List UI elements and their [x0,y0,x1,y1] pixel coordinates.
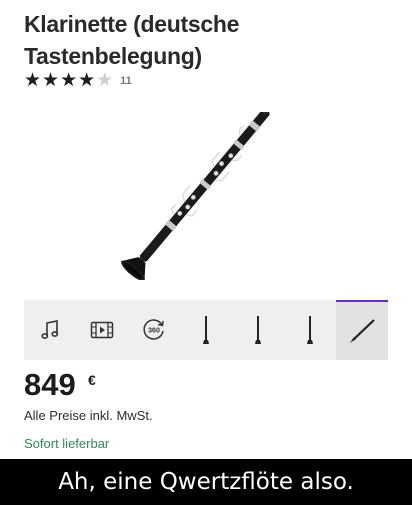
star-rating: ★★★★★ ★★★★★ [24,71,114,90]
availability-status: Sofort lieferbar [24,436,110,451]
price-value: 849 [24,367,76,402]
stars-filled: ★★★★★ [24,72,97,90]
video-icon [90,321,114,339]
thumbnail-clarinet-1[interactable] [180,300,232,360]
product-image[interactable] [112,112,300,280]
music-note-icon [41,320,59,339]
vat-note: Alle Preise inkl. MwSt. [24,408,153,423]
thumbnail-clarinet-2[interactable] [232,300,284,360]
thumbnail-video[interactable] [76,300,128,360]
meme-caption: Ah, eine Qwertzflöte also. [0,459,412,505]
thumbnail-360-view[interactable]: 360 [128,300,180,360]
clarinet-vertical-thumbnail [307,316,313,344]
clarinet-vertical-thumbnail [255,316,261,344]
product-page: Klarinette (deutsche Tastenbelegung) ★★★… [0,0,412,505]
clarinet-diagonal-thumbnail [350,319,375,343]
360-view-icon: 360 [143,319,164,340]
product-title: Klarinette (deutsche Tastenbelegung) [24,11,240,69]
gallery-thumbnails: 360 [24,300,388,360]
rating[interactable]: ★★★★★ ★★★★★ 11 [24,71,132,90]
thumbnail-clarinet-selected[interactable] [336,300,388,360]
360-label: 360 [148,328,160,335]
review-count[interactable]: 11 [120,75,132,87]
price-currency: € [88,372,96,388]
clarinet-vertical-thumbnail [203,316,209,344]
thumbnail-clarinet-3[interactable] [284,300,336,360]
thumbnail-audio[interactable] [24,300,76,360]
